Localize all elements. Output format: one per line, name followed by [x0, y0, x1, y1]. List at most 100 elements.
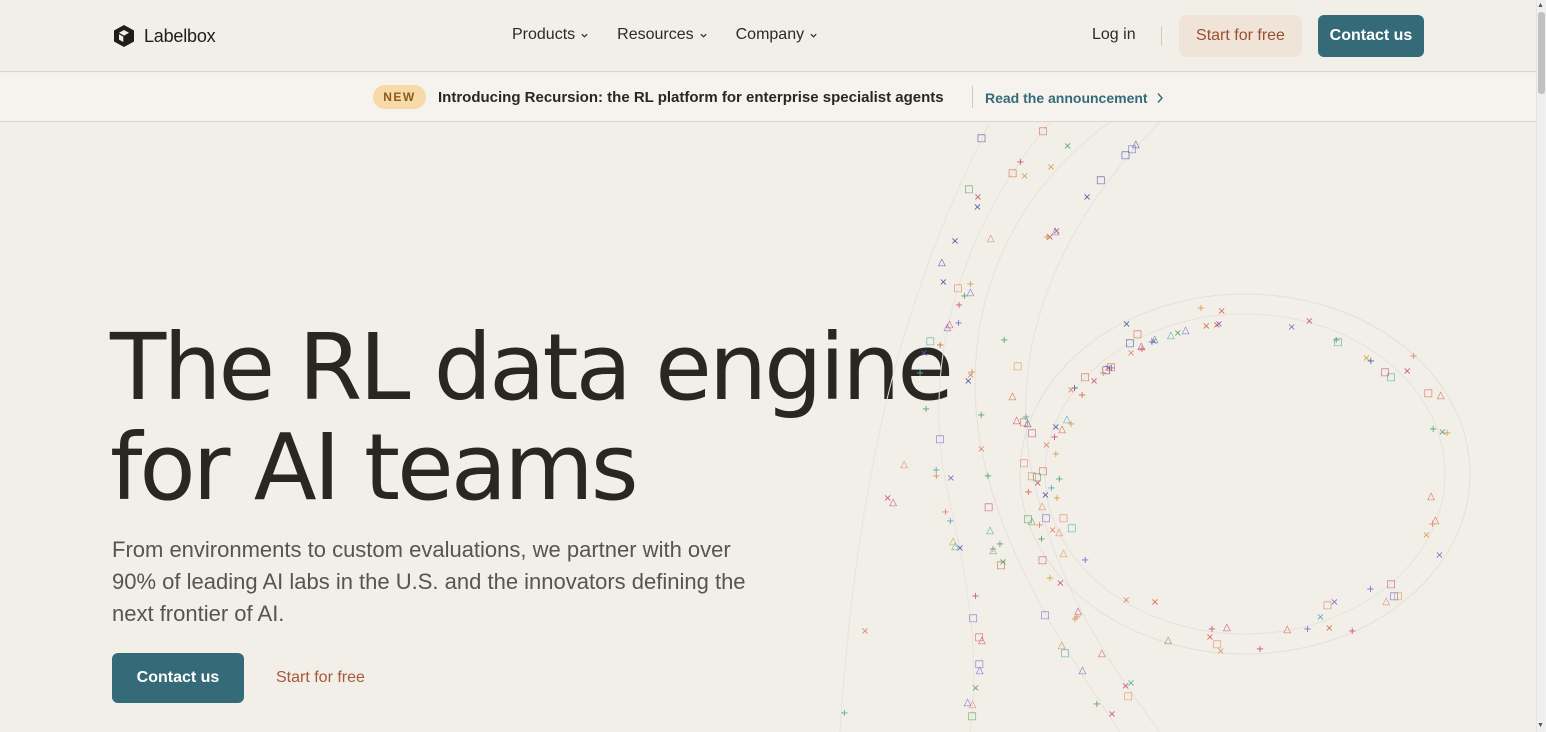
- pattern-glyph: △: [1098, 648, 1106, 660]
- pattern-glyph: +: [1052, 493, 1062, 505]
- pattern-glyph: ×: [1330, 596, 1339, 608]
- pattern-glyph: ×: [1122, 595, 1131, 606]
- pattern-glyph: △: [1223, 621, 1231, 633]
- pattern-glyph: □: [1389, 590, 1399, 602]
- chevron-down-icon: [700, 33, 707, 38]
- pattern-glyph: +: [941, 506, 950, 518]
- pattern-glyph: □: [976, 132, 987, 144]
- menu-company[interactable]: Company: [736, 26, 818, 44]
- pattern-glyph: △: [1164, 634, 1172, 646]
- pattern-glyph: +: [1051, 448, 1060, 460]
- pattern-glyph: +: [1442, 428, 1452, 440]
- menu-resources[interactable]: Resources: [617, 26, 707, 44]
- pattern-glyph: □: [1040, 610, 1050, 622]
- pattern-glyph: △: [966, 287, 975, 299]
- pattern-glyph: ×: [1316, 612, 1325, 624]
- pattern-glyph: +: [1077, 389, 1087, 401]
- pattern-glyph: □: [964, 183, 974, 195]
- pattern-glyph: +: [1024, 487, 1033, 499]
- labelbox-logo-icon: [114, 25, 134, 47]
- pattern-glyph: △: [1132, 138, 1140, 150]
- pattern-glyph: ×: [1202, 321, 1211, 332]
- pattern-glyph: △: [1382, 595, 1391, 607]
- pattern-glyph: +: [983, 470, 993, 482]
- pattern-glyph: □: [1007, 167, 1018, 179]
- pattern-glyph: □: [1125, 337, 1135, 349]
- pattern-glyph: ×: [1126, 677, 1136, 689]
- pattern-glyph: ×: [1046, 162, 1056, 174]
- pattern-glyph: ×: [1217, 305, 1226, 317]
- pattern-glyph: △: [1427, 491, 1435, 503]
- pattern-glyph: □: [935, 434, 945, 446]
- pattern-glyph: □: [1019, 417, 1029, 428]
- pattern-glyph: △: [1181, 325, 1190, 337]
- pattern-glyph: △: [1038, 501, 1046, 513]
- pattern-glyph: □: [1037, 554, 1048, 566]
- pattern-glyph: □: [1423, 387, 1434, 399]
- nav-divider: [1161, 26, 1162, 46]
- pattern-glyph: △: [949, 535, 957, 547]
- pattern-glyph: △: [1051, 226, 1060, 237]
- top-navbar: Labelbox Products Resources Company Log …: [0, 0, 1536, 72]
- hero-contact-button[interactable]: Contact us: [112, 653, 244, 703]
- announcement-bar: NEW Introducing Recursion: the RL platfo…: [0, 73, 1536, 122]
- pattern-glyph: +: [1255, 644, 1265, 656]
- scroll-up-arrow-icon[interactable]: ▲: [1537, 2, 1544, 9]
- pattern-glyph: △: [889, 497, 897, 509]
- chevron-down-icon: [581, 33, 588, 38]
- pattern-glyph: □: [1023, 514, 1033, 526]
- pattern-glyph: +: [1348, 626, 1357, 637]
- pattern-glyph: □: [983, 502, 994, 514]
- hero-subtitle: From environments to custom evaluations,…: [112, 537, 746, 626]
- pattern-glyph: □: [1038, 126, 1048, 137]
- pattern-glyph: +: [1092, 699, 1101, 710]
- pattern-glyph: ×: [973, 202, 982, 213]
- pattern-glyph: ×: [977, 443, 986, 455]
- pattern-glyph: □: [1080, 371, 1090, 383]
- pattern-glyph: ×: [1089, 376, 1099, 388]
- pattern-glyph: ×: [1422, 530, 1431, 542]
- scroll-down-arrow-icon[interactable]: ▼: [1537, 722, 1544, 729]
- hero-decorative-pattern: × × + + △ □ □ △ + × × + □ + △ + + △ □ △ + △ × × △ □ △ × × □ + × × + × + + × × △…: [800, 122, 1536, 732]
- pattern-glyph: +: [921, 403, 931, 415]
- pattern-glyph: +: [936, 339, 945, 351]
- pattern-glyph: ×: [1173, 327, 1182, 339]
- pattern-glyph: +: [1081, 554, 1090, 566]
- brand-name: Labelbox: [144, 25, 216, 46]
- contact-us-button[interactable]: Contact us: [1318, 15, 1424, 57]
- menu-company-label: Company: [735, 26, 805, 43]
- pattern-glyph: +: [954, 317, 963, 329]
- pattern-glyph: +: [1072, 612, 1082, 624]
- pattern-glyph: △: [1008, 391, 1017, 402]
- pattern-glyph: ×: [946, 473, 955, 485]
- pattern-glyph: +: [1000, 334, 1009, 346]
- pattern-glyph: ×: [1122, 319, 1131, 331]
- pattern-glyph: +: [1429, 424, 1438, 436]
- pattern-glyph: ×: [1287, 322, 1296, 333]
- chevron-down-icon: [810, 33, 817, 38]
- pattern-glyph: △: [938, 256, 946, 268]
- pattern-glyph: □: [1386, 579, 1396, 591]
- page-scrollbar[interactable]: [1536, 0, 1546, 732]
- brand-logo[interactable]: Labelbox: [113, 24, 216, 48]
- read-announcement-link[interactable]: Read the announcement: [985, 90, 1164, 106]
- pattern-glyph: □: [1012, 361, 1023, 372]
- pattern-glyph: □: [968, 612, 978, 624]
- scrollbar-thumb[interactable]: [1538, 12, 1545, 94]
- pattern-glyph: ×: [939, 277, 948, 289]
- pattern-glyph: +: [1045, 573, 1055, 585]
- read-announcement-label: Read the announcement: [985, 90, 1148, 106]
- pattern-glyph: ×: [1150, 596, 1160, 608]
- pattern-glyph: □: [967, 711, 977, 723]
- pattern-glyph: ×: [998, 556, 1008, 568]
- pattern-glyph: □: [1096, 174, 1106, 186]
- hero-start-free-link[interactable]: Start for free: [276, 669, 365, 687]
- start-free-button[interactable]: Start for free: [1179, 15, 1302, 57]
- pattern-glyph: □: [1027, 427, 1037, 439]
- pattern-glyph: +: [977, 409, 986, 421]
- login-link[interactable]: Log in: [1092, 26, 1136, 44]
- menu-products-label: Products: [512, 26, 576, 43]
- pattern-glyph: ×: [966, 369, 975, 381]
- menu-products[interactable]: Products: [512, 26, 589, 44]
- hero-headline-line2: for AI teams: [110, 414, 639, 521]
